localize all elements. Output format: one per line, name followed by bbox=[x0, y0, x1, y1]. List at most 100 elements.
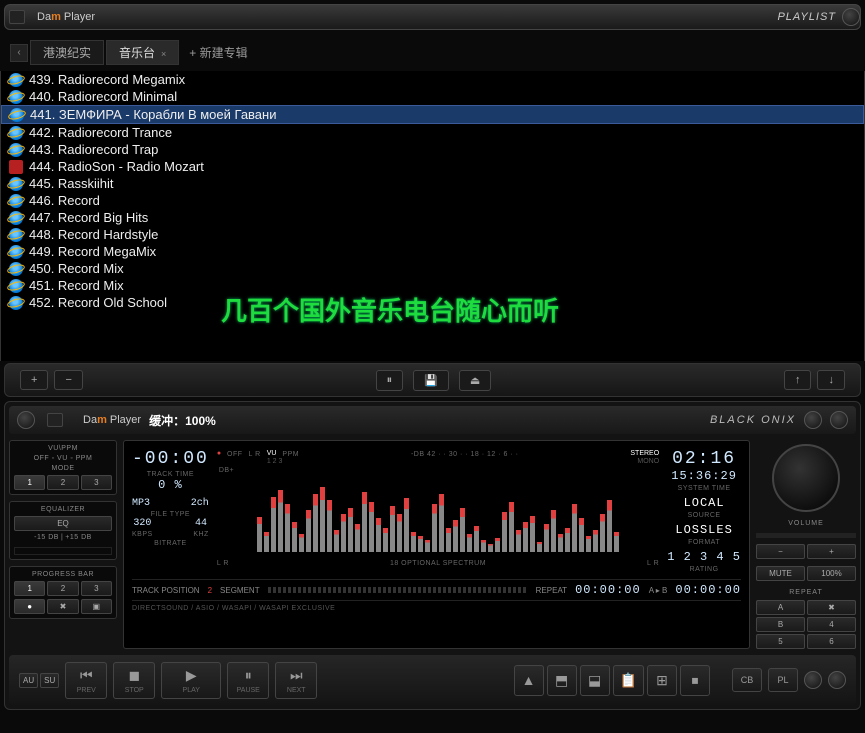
ie-icon bbox=[9, 194, 23, 208]
au-button[interactable]: AU bbox=[19, 673, 38, 688]
track-row[interactable]: 447. Record Big Hits bbox=[1, 209, 864, 226]
mute-button[interactable]: MUTE bbox=[756, 566, 805, 581]
playlist-tab[interactable]: 音乐台× bbox=[106, 40, 179, 65]
repeat-button[interactable]: B bbox=[756, 617, 805, 632]
stop-button[interactable]: ◼STOP bbox=[113, 662, 155, 699]
playlist-tab[interactable]: 港澳纪实 bbox=[30, 40, 104, 65]
ie-icon bbox=[9, 143, 23, 157]
ie-icon bbox=[9, 245, 23, 259]
repeat-button[interactable]: 4 bbox=[807, 617, 856, 632]
rec-button[interactable]: ✖ bbox=[47, 599, 78, 614]
tab-prev-button[interactable]: ‹ bbox=[10, 44, 28, 62]
aux-button[interactable]: ⊞ bbox=[647, 665, 677, 696]
aux-button[interactable]: 📋 bbox=[613, 665, 644, 696]
track-row[interactable]: 451. Record Mix bbox=[1, 277, 864, 294]
track-row[interactable]: 450. Record Mix bbox=[1, 260, 864, 277]
vuppm-box: VU\PPM OFF ◦ VU ◦ PPM MODE 123 bbox=[9, 440, 117, 495]
transport-extra2[interactable] bbox=[828, 671, 846, 689]
track-row[interactable]: 449. Record MegaMix bbox=[1, 243, 864, 260]
playlist-tracks[interactable]: 439. Radiorecord Megamix440. Radiorecord… bbox=[0, 71, 865, 361]
player-panel: Dam Player 缓冲：100% BLACK ONIX VU\PPM OFF… bbox=[4, 401, 861, 710]
close-icon[interactable] bbox=[842, 8, 860, 26]
vol-plus-button[interactable]: + bbox=[807, 544, 856, 559]
player-menu-icon[interactable] bbox=[17, 411, 35, 429]
progress-bar-box: PROGRESS BAR 123 ●✖▣ bbox=[9, 566, 117, 619]
equalizer-box: EQUALIZER EQ -15 DB | +15 DB bbox=[9, 501, 117, 560]
eq-slider[interactable] bbox=[14, 547, 112, 555]
buffer-status: 缓冲：100% bbox=[149, 412, 216, 429]
eject-button[interactable]: ⏏ bbox=[459, 370, 491, 391]
track-row[interactable]: 445. Rasskiihit bbox=[1, 175, 864, 192]
track-row[interactable]: 439. Radiorecord Megamix bbox=[1, 71, 864, 88]
player-header: Dam Player 缓冲：100% BLACK ONIX bbox=[9, 406, 856, 434]
track-row[interactable]: 443. Radiorecord Trap bbox=[1, 141, 864, 158]
play-button[interactable]: ▶PLAY bbox=[161, 662, 221, 699]
mode-button[interactable]: 3 bbox=[81, 475, 112, 490]
track-label: 447. Record Big Hits bbox=[29, 210, 148, 225]
save-button[interactable]: 💾 bbox=[413, 370, 449, 391]
track-row[interactable]: 446. Record bbox=[1, 192, 864, 209]
progress-button[interactable]: 2 bbox=[47, 581, 78, 596]
move-up-button[interactable]: ↑ bbox=[784, 370, 812, 390]
track-label: 452. Record Old School bbox=[29, 295, 167, 310]
aux-button[interactable]: ⬓ bbox=[580, 665, 610, 696]
progress-button[interactable]: 1 bbox=[14, 581, 45, 596]
track-row[interactable]: 442. Radiorecord Trance bbox=[1, 124, 864, 141]
options-icon[interactable] bbox=[47, 413, 63, 427]
track-row[interactable]: 441. ЗЕМФИРА - Корабли В моей Гавани bbox=[1, 105, 864, 124]
pause-queue-button[interactable]: ⏸ bbox=[376, 370, 404, 391]
progress-button[interactable]: 3 bbox=[81, 581, 112, 596]
transport-extra1[interactable] bbox=[804, 671, 822, 689]
add-button[interactable]: + bbox=[20, 370, 48, 390]
track-label: 444. RadioSon - Radio Mozart bbox=[29, 159, 204, 174]
pl-button[interactable]: PL bbox=[768, 668, 798, 692]
track-label: 451. Record Mix bbox=[29, 278, 124, 293]
mode-button[interactable]: 1 bbox=[14, 475, 45, 490]
move-down-button[interactable]: ↓ bbox=[817, 370, 845, 390]
playlist-titlebar: Dam Player PLAYLIST bbox=[4, 4, 861, 30]
rec-button[interactable]: ● bbox=[14, 599, 45, 614]
prev-button[interactable]: ⏮PREV bbox=[65, 662, 107, 699]
repeat-button[interactable]: 6 bbox=[807, 634, 856, 649]
ie-icon bbox=[9, 279, 23, 293]
rec-button[interactable]: ▣ bbox=[81, 599, 112, 614]
track-row[interactable]: 444. RadioSon - Radio Mozart bbox=[1, 158, 864, 175]
mode-button[interactable]: 2 bbox=[47, 475, 78, 490]
track-row[interactable]: 452. Record Old School bbox=[1, 294, 864, 311]
ie-icon bbox=[9, 228, 23, 242]
track-label: 449. Record MegaMix bbox=[29, 244, 156, 259]
tab-close-icon[interactable]: × bbox=[161, 49, 166, 59]
su-button[interactable]: SU bbox=[40, 673, 59, 688]
repeat-button[interactable]: 5 bbox=[756, 634, 805, 649]
cb-button[interactable]: CB bbox=[732, 668, 762, 692]
ie-icon bbox=[9, 296, 23, 310]
new-playlist-button[interactable]: + 新建专辑 bbox=[181, 41, 255, 64]
track-row[interactable]: 440. Radiorecord Minimal bbox=[1, 88, 864, 105]
vol100-button[interactable]: 100% bbox=[807, 566, 856, 581]
player-close-icon[interactable] bbox=[830, 411, 848, 429]
repeat-button[interactable]: A bbox=[756, 600, 805, 615]
repeat-button[interactable]: ✖ bbox=[807, 600, 856, 615]
volume-slider[interactable] bbox=[756, 533, 856, 538]
ie-icon bbox=[9, 73, 23, 87]
remove-button[interactable]: − bbox=[54, 370, 82, 390]
track-label: 450. Record Mix bbox=[29, 261, 124, 276]
minimize-icon[interactable] bbox=[804, 411, 822, 429]
seek-bar[interactable] bbox=[268, 587, 528, 593]
system-time: 15:36:29 bbox=[667, 469, 741, 483]
aux-button[interactable]: ⏹ bbox=[680, 665, 710, 696]
track-row[interactable]: 448. Record Hardstyle bbox=[1, 226, 864, 243]
aux-button[interactable]: ⬒ bbox=[547, 665, 577, 696]
neg-time: -00:00 bbox=[132, 449, 209, 469]
aux-button[interactable]: ▲ bbox=[514, 665, 544, 696]
volume-knob[interactable] bbox=[772, 444, 840, 512]
track-label: 443. Radiorecord Trap bbox=[29, 142, 158, 157]
next-button[interactable]: ⏭NEXT bbox=[275, 662, 317, 699]
playlist-toolbar: + − ⏸ 💾 ⏏ ↑ ↓ bbox=[4, 363, 861, 397]
vuppm-switch[interactable]: OFF ◦ VU ◦ PPM bbox=[14, 455, 112, 462]
pause-button[interactable]: ⏸PAUSE bbox=[227, 662, 269, 699]
menu-icon[interactable] bbox=[9, 10, 25, 24]
eq-button[interactable]: EQ bbox=[14, 516, 112, 531]
vol-minus-button[interactable]: − bbox=[756, 544, 805, 559]
ie-icon bbox=[9, 126, 23, 140]
